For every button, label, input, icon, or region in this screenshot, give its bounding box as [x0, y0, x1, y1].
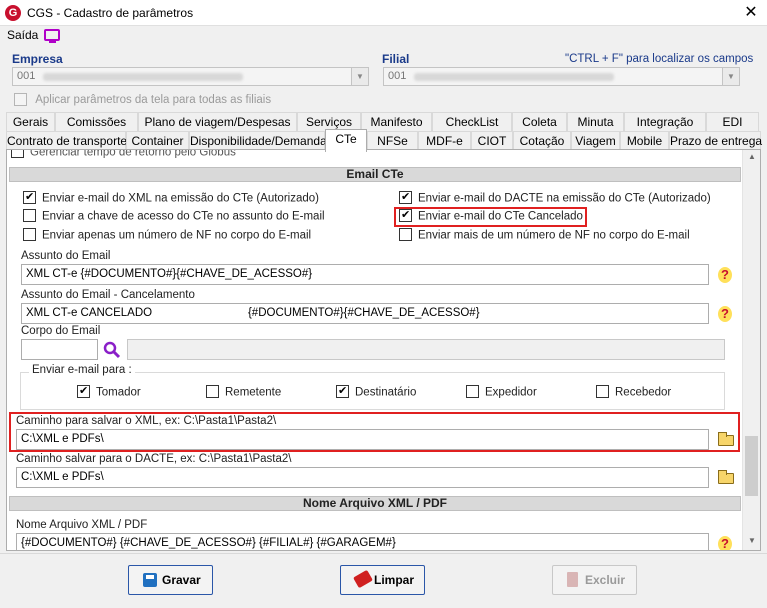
corpo-code-input[interactable]: [21, 339, 98, 360]
tab-mobile[interactable]: Mobile: [620, 131, 669, 151]
recipient-remetente[interactable]: Remetente: [206, 385, 281, 399]
highlight-box: [394, 207, 587, 227]
tab-viagem[interactable]: Viagem: [571, 131, 620, 151]
dacte-path-label: Caminho salvar para o DACTE, ex: C:\Past…: [16, 453, 292, 465]
opt-mais-nf[interactable]: Enviar mais de um número de NF no corpo …: [399, 228, 690, 242]
cut-option-checkbox[interactable]: [11, 150, 24, 158]
dacte-path-input[interactable]: C:\XML e PDFs\: [16, 467, 709, 488]
checkbox[interactable]: [399, 190, 412, 204]
assunto-input[interactable]: XML CT-e {#DOCUMENTO#}{#CHAVE_DE_ACESSO#…: [21, 264, 709, 285]
cte-panel: Gerenciar tempo de retorno pelo Globus E…: [6, 149, 761, 551]
app-logo: G: [5, 5, 21, 21]
checkbox[interactable]: [23, 228, 36, 241]
checkbox[interactable]: [466, 385, 479, 398]
empresa-value: 001: [17, 70, 36, 82]
checkbox[interactable]: [399, 228, 412, 241]
ctrl-f-hint: "CTRL + F" para localizar os campos: [565, 53, 754, 65]
search-icon[interactable]: [103, 341, 121, 359]
save-icon: [143, 573, 157, 587]
assunto-cancel-label: Assunto do Email - Cancelamento: [21, 289, 195, 301]
empresa-label: Empresa: [12, 52, 63, 66]
menu-saida[interactable]: Saída: [7, 28, 38, 42]
limpar-button[interactable]: Limpar: [340, 565, 425, 595]
help-icon[interactable]: ?: [718, 306, 732, 322]
help-icon[interactable]: ?: [718, 536, 732, 550]
scroll-thumb[interactable]: [745, 436, 758, 496]
apply-all-checkbox-row[interactable]: Aplicar parâmetros da tela para todas as…: [14, 93, 271, 106]
excluir-button[interactable]: Excluir: [552, 565, 637, 595]
chevron-down-icon[interactable]: ▼: [351, 68, 368, 85]
filial-select[interactable]: 001 ▼: [383, 67, 740, 86]
scroll-down-icon[interactable]: ▼: [743, 534, 760, 548]
eraser-icon: [353, 569, 373, 589]
xml-path-label: Caminho para salvar o XML, ex: C:\Pasta1…: [16, 415, 277, 427]
enviar-para-label: Enviar e-mail para :: [29, 364, 135, 376]
checkbox[interactable]: [77, 384, 90, 398]
recipient-destinatario[interactable]: Destinatário: [336, 384, 416, 399]
assunto-cancel-input[interactable]: XML CT-e CANCELADO {#DOCUMENTO#}{#CHAVE_…: [21, 303, 709, 324]
recipient-recebedor[interactable]: Recebedor: [596, 385, 671, 399]
checkbox[interactable]: [596, 385, 609, 398]
recipient-tomador[interactable]: Tomador: [77, 384, 141, 399]
nome-arquivo-input[interactable]: {#DOCUMENTO#} {#CHAVE_DE_ACESSO#} {#FILI…: [16, 533, 709, 550]
tab-plano-viagem[interactable]: Plano de viagem/Despesas: [138, 112, 297, 132]
vertical-scrollbar[interactable]: ▲ ▼: [742, 150, 760, 550]
filial-label: Filial: [382, 52, 410, 66]
checkbox[interactable]: [23, 190, 36, 204]
tab-mdfe[interactable]: MDF-e: [418, 131, 471, 151]
cut-option[interactable]: Gerenciar tempo de retorno pelo Globus: [11, 150, 236, 159]
gravar-button[interactable]: Gravar: [128, 565, 213, 595]
tab-contrato-transporte[interactable]: Contrato de transporte: [6, 131, 127, 151]
checkbox[interactable]: [206, 385, 219, 398]
nome-arquivo-label: Nome Arquivo XML / PDF: [16, 519, 148, 531]
apply-all-checkbox[interactable]: [14, 93, 27, 106]
help-icon[interactable]: ?: [718, 267, 732, 283]
recipient-expedidor[interactable]: Expedidor: [466, 385, 537, 399]
monitor-icon[interactable]: [44, 29, 60, 43]
tab-disponibilidade[interactable]: Disponibilidade/Demanda: [189, 131, 327, 151]
opt-chave-assunto[interactable]: Enviar a chave de acesso do CTe no assun…: [23, 209, 325, 223]
tab-checklist[interactable]: CheckList: [432, 112, 512, 132]
tab-manifesto[interactable]: Manifesto: [361, 112, 432, 132]
tab-container[interactable]: Container: [126, 131, 189, 151]
email-cte-header: Email CTe: [9, 167, 741, 182]
tab-edi[interactable]: EDI: [706, 112, 759, 132]
tab-integracao[interactable]: Integração: [624, 112, 706, 132]
scroll-up-icon[interactable]: ▲: [743, 150, 760, 164]
corpo-label: Corpo do Email: [21, 325, 101, 337]
opt-xml-autorizado[interactable]: Enviar e-mail do XML na emissão do CTe (…: [23, 190, 319, 205]
checkbox[interactable]: [23, 209, 36, 222]
tab-cotacao[interactable]: Cotação: [513, 131, 571, 151]
folder-icon[interactable]: [718, 470, 734, 484]
tabs-row-2: Contrato de transporte Container Disponi…: [6, 129, 762, 152]
close-button[interactable]: ✕: [740, 2, 762, 24]
filial-value: 001: [388, 70, 407, 82]
tab-prazo-entrega[interactable]: Prazo de entrega: [669, 131, 762, 151]
checkbox[interactable]: [336, 384, 349, 398]
trash-icon: [567, 572, 578, 587]
tabs-row-1: Gerais Comissões Plano de viagem/Despesa…: [6, 112, 761, 132]
corpo-description: [127, 339, 725, 360]
tab-comissoes[interactable]: Comissões: [55, 112, 138, 132]
nome-arquivo-header: Nome Arquivo XML / PDF: [9, 496, 741, 511]
xml-path-input[interactable]: C:\XML e PDFs\: [16, 429, 709, 450]
folder-icon[interactable]: [718, 432, 734, 446]
tab-cte[interactable]: CTe: [325, 129, 367, 152]
tab-minuta[interactable]: Minuta: [567, 112, 624, 132]
opt-um-nf[interactable]: Enviar apenas um número de NF no corpo d…: [23, 228, 311, 242]
chevron-down-icon[interactable]: ▼: [722, 68, 739, 85]
tab-coleta[interactable]: Coleta: [512, 112, 567, 132]
tab-nfse[interactable]: NFSe: [367, 131, 418, 151]
tab-ciot[interactable]: CIOT: [471, 131, 513, 151]
empresa-select[interactable]: 001 ▼: [12, 67, 369, 86]
apply-all-label: Aplicar parâmetros da tela para todas as…: [35, 93, 272, 106]
tab-gerais[interactable]: Gerais: [6, 112, 55, 132]
opt-dacte-autorizado[interactable]: Enviar e-mail do DACTE na emissão do CTe…: [399, 190, 711, 205]
window-title: CGS - Cadastro de parâmetros: [27, 6, 194, 20]
assunto-label: Assunto do Email: [21, 250, 111, 262]
